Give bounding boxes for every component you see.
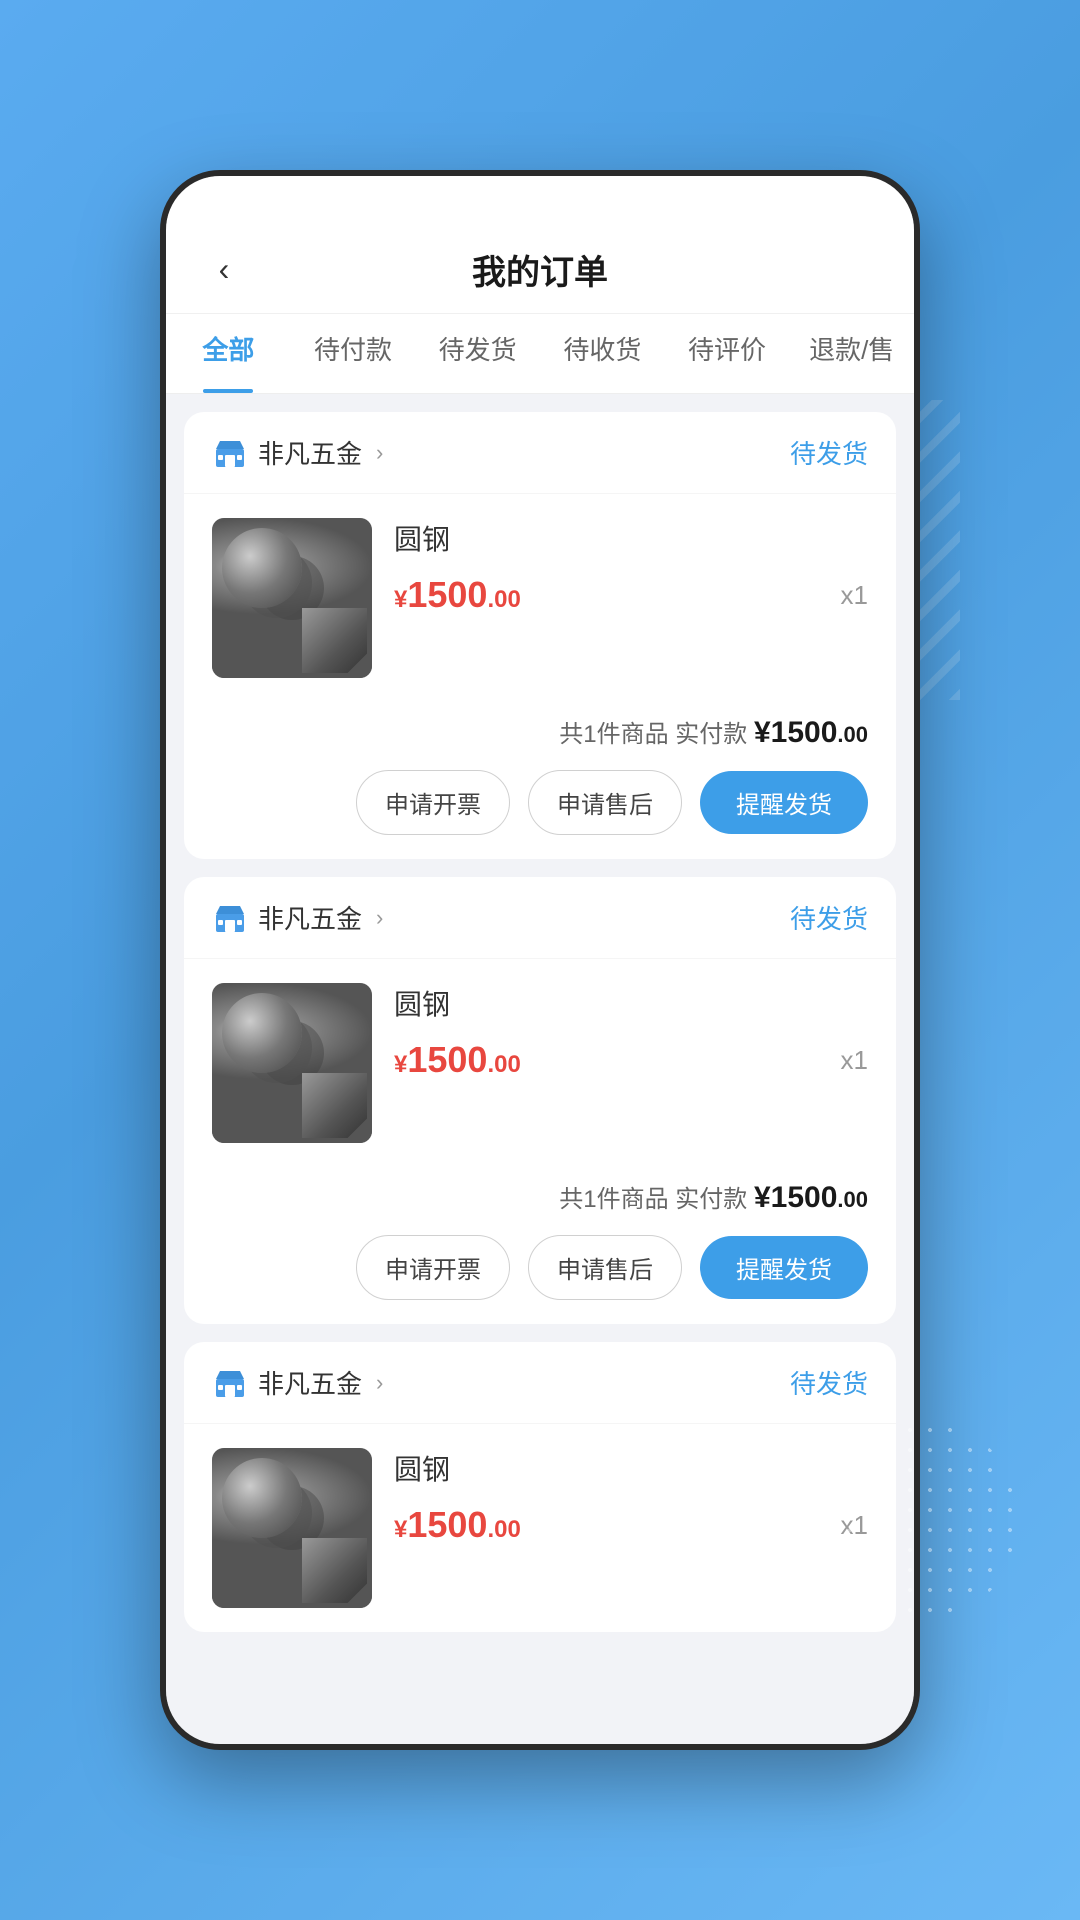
tab-pending-ship[interactable]: 待发货: [415, 314, 540, 393]
product-image-2: [212, 983, 372, 1143]
product-price-3: ¥ 1500 .00: [394, 1504, 521, 1546]
summary-amount-1: ¥1500.00: [754, 716, 868, 749]
order-header-2: 非凡五金 › 待发货: [184, 877, 896, 959]
order-actions-2: 申请开票 申请售后 提醒发货: [212, 1235, 868, 1300]
status-bar: [166, 176, 914, 226]
product-row-2: 圆钢 ¥ 1500 .00 x1: [184, 959, 896, 1167]
tab-pending-pay[interactable]: 待付款: [291, 314, 416, 393]
price-symbol-3: ¥: [394, 1516, 407, 1544]
shop-icon-1: [212, 435, 248, 471]
tab-pending-receive[interactable]: 待收货: [540, 314, 665, 393]
shop-info-1[interactable]: 非凡五金 ›: [212, 434, 383, 471]
product-image-1: [212, 518, 372, 678]
shop-info-3[interactable]: 非凡五金 ›: [212, 1364, 383, 1401]
product-name-1: 圆钢: [394, 518, 868, 558]
order-list: 非凡五金 › 待发货 圆钢 ¥ 1500 .00: [166, 394, 914, 1744]
back-button[interactable]: ‹: [194, 240, 254, 300]
order-header-3: 非凡五金 › 待发货: [184, 1342, 896, 1424]
order-footer-2: 共1件商品 实付款 ¥1500.00 申请开票 申请售后 提醒发货: [184, 1167, 896, 1324]
product-price-1: ¥ 1500 .00: [394, 574, 521, 616]
price-symbol-1: ¥: [394, 586, 407, 614]
invoice-btn-1[interactable]: 申请开票: [356, 770, 510, 835]
phone-frame: ‹ 我的订单 全部 待付款 待发货 待收货 待评价 退款/售: [160, 170, 920, 1750]
product-info-1: 圆钢 ¥ 1500 .00 x1: [394, 518, 868, 616]
order-summary-1: 共1件商品 实付款 ¥1500.00: [212, 702, 868, 770]
product-price-row-3: ¥ 1500 .00 x1: [394, 1504, 868, 1546]
product-qty-2: x1: [841, 1045, 868, 1076]
shop-icon-3: [212, 1365, 248, 1401]
shop-name-3: 非凡五金: [258, 1364, 362, 1401]
shop-arrow-2: ›: [376, 905, 383, 931]
product-qty-3: x1: [841, 1510, 868, 1541]
ship-btn-2[interactable]: 提醒发货: [700, 1236, 868, 1299]
price-main-3: 1500: [407, 1504, 487, 1546]
aftersale-btn-1[interactable]: 申请售后: [528, 770, 682, 835]
invoice-btn-2[interactable]: 申请开票: [356, 1235, 510, 1300]
ship-btn-1[interactable]: 提醒发货: [700, 771, 868, 834]
product-info-3: 圆钢 ¥ 1500 .00 x1: [394, 1448, 868, 1546]
shop-name-2: 非凡五金: [258, 899, 362, 936]
product-price-row-1: ¥ 1500 .00 x1: [394, 574, 868, 616]
price-main-2: 1500: [407, 1039, 487, 1081]
order-footer-1: 共1件商品 实付款 ¥1500.00 申请开票 申请售后 提醒发货: [184, 702, 896, 859]
tab-all[interactable]: 全部: [166, 314, 291, 393]
order-card-3: 非凡五金 › 待发货 圆钢 ¥ 1500 .00: [184, 1342, 896, 1632]
product-qty-1: x1: [841, 580, 868, 611]
shop-info-2[interactable]: 非凡五金 ›: [212, 899, 383, 936]
shop-arrow-1: ›: [376, 440, 383, 466]
summary-amount-2: ¥1500.00: [754, 1181, 868, 1214]
aftersale-btn-2[interactable]: 申请售后: [528, 1235, 682, 1300]
price-decimal-2: .00: [487, 1051, 520, 1079]
product-name-2: 圆钢: [394, 983, 868, 1023]
price-main-1: 1500: [407, 574, 487, 616]
product-info-2: 圆钢 ¥ 1500 .00 x1: [394, 983, 868, 1081]
header: ‹ 我的订单: [166, 226, 914, 314]
product-row-3: 圆钢 ¥ 1500 .00 x1: [184, 1424, 896, 1632]
order-header-1: 非凡五金 › 待发货: [184, 412, 896, 494]
product-price-row-2: ¥ 1500 .00 x1: [394, 1039, 868, 1081]
product-image-3: [212, 1448, 372, 1608]
product-name-3: 圆钢: [394, 1448, 868, 1488]
price-decimal-1: .00: [487, 586, 520, 614]
tab-bar: 全部 待付款 待发货 待收货 待评价 退款/售: [166, 314, 914, 394]
product-row-1: 圆钢 ¥ 1500 .00 x1: [184, 494, 896, 702]
price-symbol-2: ¥: [394, 1051, 407, 1079]
order-card-1: 非凡五金 › 待发货 圆钢 ¥ 1500 .00: [184, 412, 896, 859]
tab-refund[interactable]: 退款/售: [789, 314, 914, 393]
shop-name-1: 非凡五金: [258, 434, 362, 471]
shop-icon-2: [212, 900, 248, 936]
tab-pending-review[interactable]: 待评价: [665, 314, 790, 393]
page-title: 我的订单: [472, 245, 608, 294]
order-summary-2: 共1件商品 实付款 ¥1500.00: [212, 1167, 868, 1235]
price-decimal-3: .00: [487, 1516, 520, 1544]
order-actions-1: 申请开票 申请售后 提醒发货: [212, 770, 868, 835]
shop-arrow-3: ›: [376, 1370, 383, 1396]
order-status-3: 待发货: [790, 1364, 868, 1401]
order-card-2: 非凡五金 › 待发货 圆钢 ¥ 1500 .00: [184, 877, 896, 1324]
order-status-2: 待发货: [790, 899, 868, 936]
order-status-1: 待发货: [790, 434, 868, 471]
product-price-2: ¥ 1500 .00: [394, 1039, 521, 1081]
